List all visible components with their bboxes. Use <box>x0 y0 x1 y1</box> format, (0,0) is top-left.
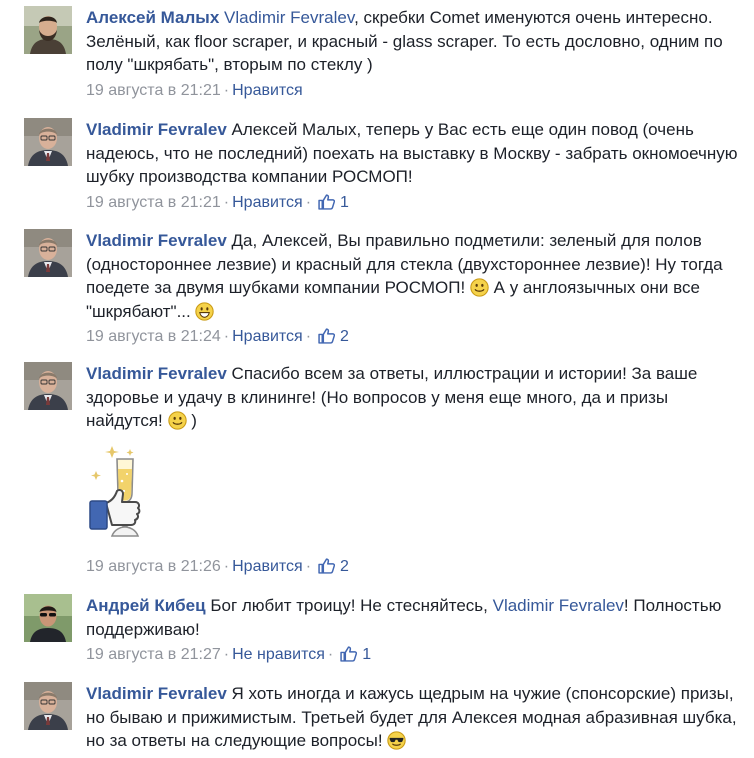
avatar-andrey-image <box>24 594 72 642</box>
avatar[interactable] <box>24 362 72 410</box>
unlike-link[interactable]: Не нравится <box>232 646 325 663</box>
comment-author[interactable]: Vladimir Fevralev <box>86 684 227 703</box>
like-count[interactable]: 1 <box>340 646 371 663</box>
comment-author[interactable]: Vladimir Fevralev <box>86 120 227 139</box>
comment-text: Андрей Кибец Бог любит троицу! Не стесня… <box>86 594 744 641</box>
comment-timestamp[interactable]: 19 августа в 21:26 <box>86 558 221 575</box>
comment-meta: 19 августа в 21:21 · Нравится · 1 <box>86 193 744 213</box>
comment-text: Vladimir Fevralev Да, Алексей, Вы правил… <box>86 229 744 323</box>
comment-author[interactable]: Vladimir Fevralev <box>86 364 227 383</box>
avatar[interactable] <box>24 594 72 642</box>
like-link[interactable]: Нравится <box>232 558 303 575</box>
meta-separator: · <box>223 328 230 345</box>
meta-separator: · <box>305 193 312 211</box>
like-count-value: 1 <box>340 193 349 211</box>
sunglasses-emoji-icon <box>387 731 406 750</box>
comment-timestamp[interactable]: 19 августа в 21:27 <box>86 646 221 663</box>
like-count-value: 2 <box>340 557 349 575</box>
thumbs-up-icon <box>318 193 335 210</box>
like-link[interactable]: Нравится <box>232 194 303 211</box>
like-link[interactable]: Нравится <box>232 328 303 345</box>
like-count[interactable]: 2 <box>318 558 349 575</box>
champagne-sticker-icon <box>89 445 141 537</box>
avatar[interactable] <box>24 118 72 166</box>
avatar[interactable] <box>24 6 72 54</box>
smile-emoji-icon <box>470 278 489 297</box>
like-count-value: 2 <box>340 328 349 345</box>
meta-separator: · <box>223 193 230 211</box>
meta-separator: · <box>223 646 230 663</box>
meta-separator: · <box>305 557 312 575</box>
like-count-value: 1 <box>362 646 372 663</box>
comment-timestamp[interactable]: 19 августа в 21:21 <box>86 82 221 99</box>
comment-meta: 19 августа в 21:27 · Не нравится · 1 <box>86 645 744 665</box>
comment-timestamp[interactable]: 19 августа в 21:24 <box>86 328 221 345</box>
avatar-alexey-image <box>24 6 72 54</box>
comment-timestamp[interactable]: 19 августа в 21:21 <box>86 194 221 211</box>
grin-emoji-icon <box>195 302 214 321</box>
comment-author[interactable]: Алексей Малых <box>86 8 219 27</box>
meta-separator: · <box>223 557 230 575</box>
like-link[interactable]: Нравится <box>232 82 303 99</box>
like-count[interactable]: 1 <box>318 194 349 211</box>
meta-separator: · <box>327 646 334 663</box>
comment-mention[interactable]: Vladimir Fevralev <box>493 596 624 615</box>
comment-text: Vladimir Fevralev Спасибо всем за ответы… <box>86 362 744 433</box>
thumbs-up-icon <box>318 557 335 574</box>
comment-body: Бог любит троицу! Не стесняйтесь, <box>210 596 488 615</box>
comment-author[interactable]: Vladimir Fevralev <box>86 231 227 250</box>
comment-meta: 19 августа в 21:26 · Нравится · 2 <box>86 557 744 577</box>
meta-separator: · <box>223 81 230 99</box>
comment-text: Алексей Малых Vladimir Fevralev, скребки… <box>86 6 744 77</box>
thumbs-up-icon <box>318 327 335 344</box>
meta-separator: · <box>305 328 312 345</box>
smile-emoji-icon <box>168 411 187 430</box>
avatar[interactable] <box>24 682 72 730</box>
thumbs-up-icon <box>340 645 357 662</box>
comment-body-continued: ) <box>191 411 197 430</box>
comment-meta: 19 августа в 21:21 · Нравится <box>86 81 744 101</box>
avatar[interactable] <box>24 229 72 277</box>
comment-mention[interactable]: Vladimir Fevralev <box>224 8 354 27</box>
comment-author[interactable]: Андрей Кибец <box>86 596 206 615</box>
comment-meta: 19 августа в 21:24 · Нравится · 2 <box>86 327 744 347</box>
comment-text: Vladimir Fevralev Я хоть иногда и кажусь… <box>86 682 744 753</box>
like-count[interactable]: 2 <box>318 328 349 345</box>
avatar-fevralev-image <box>24 682 72 730</box>
avatar-fevralev-image <box>24 229 72 277</box>
avatar-fevralev-image <box>24 118 72 166</box>
avatar-fevralev-image <box>24 362 72 410</box>
champagne-like-sticker <box>86 441 176 553</box>
comment-text: Vladimir Fevralev Алексей Малых, теперь … <box>86 118 744 189</box>
